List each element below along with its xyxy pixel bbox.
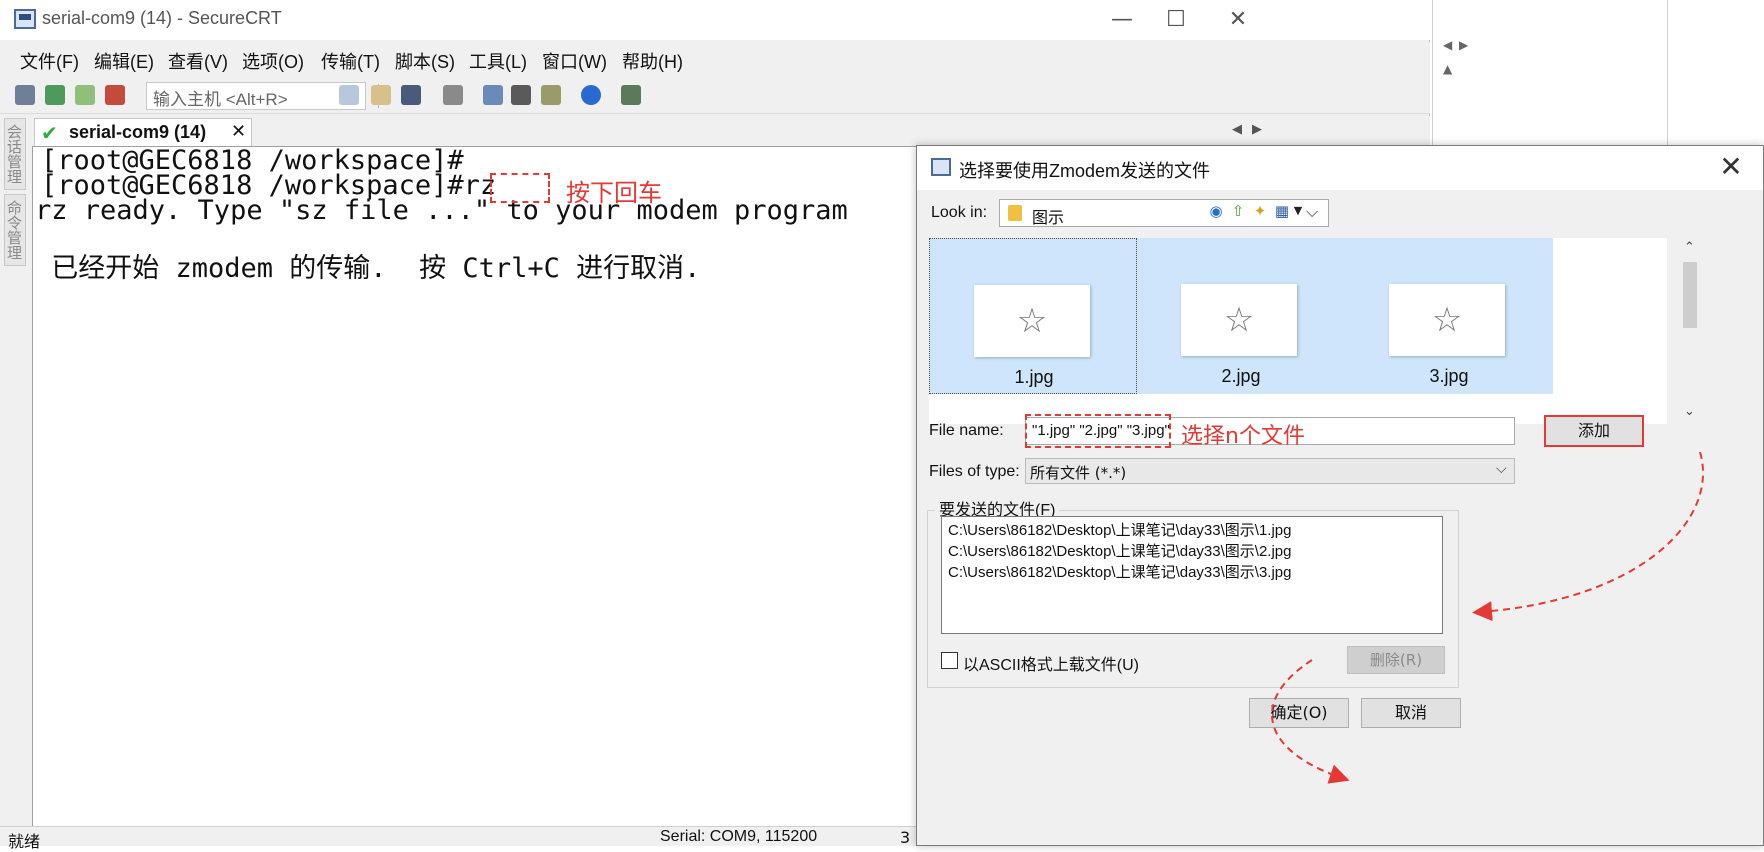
tab-next-icon[interactable]: ▶ <box>1252 122 1262 137</box>
file-item[interactable]: ☆ 3.jpg <box>1345 238 1553 394</box>
folder-icon <box>1008 205 1022 221</box>
session-tab-bar: ✔ serial-com9 (14) ✕ ◀ ▶ <box>32 116 1430 146</box>
ok-button[interactable]: 确定(O) <box>1249 698 1349 728</box>
list-item[interactable]: C:\Users\86182\Desktop\上课笔记\day33\图示\3.j… <box>948 561 1291 582</box>
list-item[interactable]: C:\Users\86182\Desktop\上课笔记\day33\图示\1.j… <box>948 519 1291 540</box>
scroll-down-icon[interactable]: ⌄ <box>1684 404 1695 419</box>
maximize-button[interactable]: ☐ <box>1148 4 1204 36</box>
menu-transfer[interactable]: 传输(T) <box>321 48 380 74</box>
chevron-down-icon: ⌵ <box>1496 461 1507 477</box>
file-list[interactable]: ☆ 1.jpg ☆ 2.jpg ☆ 3.jpg <box>929 238 1667 424</box>
add-button[interactable]: 添加 <box>1544 415 1644 447</box>
image-thumbnail-icon: ☆ <box>1181 284 1297 356</box>
files-of-type-label: Files of type: <box>929 463 1020 480</box>
image-thumbnail-icon: ☆ <box>974 285 1090 357</box>
menu-options[interactable]: 选项(O) <box>242 48 304 74</box>
side-panel: 会话管理 命令管理 <box>2 118 28 830</box>
ascii-upload-checkbox[interactable] <box>941 652 958 669</box>
files-of-type-select[interactable]: 所有文件 (*.*) ⌵ <box>1025 458 1515 484</box>
files-of-type-value: 所有文件 (*.*) <box>1030 464 1127 482</box>
tab-close-icon[interactable]: ✕ <box>231 121 246 142</box>
toolbar: 输入主机 <Alt+R> <box>0 78 1430 114</box>
sftp-icon[interactable] <box>618 82 644 108</box>
menu-script[interactable]: 脚本(S) <box>395 48 455 74</box>
disconnect-icon[interactable] <box>102 82 128 108</box>
paste-icon[interactable] <box>368 82 394 108</box>
cancel-button[interactable]: 取消 <box>1361 698 1461 728</box>
chevron-down-icon: ⌵ <box>1306 202 1319 221</box>
zmodem-send-dialog: 选择要使用Zmodem发送的文件 ✕ Look in: 图示 ⌵ ◉ ⇧ ✦ ▦… <box>916 145 1764 846</box>
status-ready: 就绪 <box>8 832 41 851</box>
dialog-app-icon <box>931 158 951 176</box>
title-bar: serial-com9 (14) - SecureCRT — ☐ ✕ <box>0 0 1430 40</box>
menu-file[interactable]: 文件(F) <box>20 48 79 74</box>
session-options-icon[interactable] <box>480 82 506 108</box>
find-icon[interactable] <box>398 82 424 108</box>
menu-bar: 文件(F) 编辑(E) 查看(V) 选项(O) 传输(T) 脚本(S) 工具(L… <box>0 42 1430 78</box>
minimize-button[interactable]: — <box>1094 4 1150 36</box>
terminal-line: rz ready. Type "sz file ..." to your mod… <box>35 195 848 226</box>
connect-icon[interactable] <box>12 82 38 108</box>
file-name-label: File name: <box>929 422 1004 439</box>
nav-right-icon: ▶ <box>1459 38 1469 52</box>
dialog-title-bar: 选择要使用Zmodem发送的文件 ✕ <box>917 146 1763 190</box>
look-in-label: Look in: <box>931 204 988 221</box>
delete-button[interactable]: 删除(R) <box>1347 646 1445 674</box>
send-files-list[interactable]: C:\Users\86182\Desktop\上课笔记\day33\图示\1.j… <box>941 516 1443 634</box>
back-icon[interactable]: ◉ <box>1207 202 1225 220</box>
tab-prev-icon[interactable]: ◀ <box>1232 122 1242 137</box>
menu-view[interactable]: 查看(V) <box>168 48 228 74</box>
reconnect-icon[interactable] <box>72 82 98 108</box>
terminal-line: 已经开始 zmodem 的传输. 按 Ctrl+C 进行取消. <box>35 253 701 284</box>
file-item[interactable]: ☆ 2.jpg <box>1137 238 1345 394</box>
view-dropdown-icon[interactable]: ▼ <box>1289 202 1307 220</box>
scrollbar-thumb[interactable] <box>1683 262 1697 328</box>
file-name-highlight-box <box>1025 414 1171 448</box>
command-manager-tab[interactable]: 命令管理 <box>4 194 26 266</box>
help-icon[interactable] <box>578 82 604 108</box>
keymap-icon[interactable] <box>538 82 564 108</box>
up-folder-icon[interactable]: ⇧ <box>1229 202 1247 220</box>
file-name: 3.jpg <box>1429 366 1469 386</box>
session-tab[interactable]: ✔ serial-com9 (14) ✕ <box>34 118 252 146</box>
menu-tools[interactable]: 工具(L) <box>469 48 527 74</box>
dialog-close-button[interactable]: ✕ <box>1711 150 1751 183</box>
scroll-up-icon[interactable]: ⌃ <box>1684 240 1695 255</box>
menu-window[interactable]: 窗口(W) <box>542 48 607 74</box>
file-item[interactable]: ☆ 1.jpg <box>929 238 1137 394</box>
connected-check-icon: ✔ <box>41 121 58 145</box>
menu-edit[interactable]: 编辑(E) <box>94 48 154 74</box>
image-thumbnail-icon: ☆ <box>1389 284 1505 356</box>
annotation-press-enter: 按下回车 <box>566 179 662 207</box>
rz-highlight-box <box>490 173 550 203</box>
list-item[interactable]: C:\Users\86182\Desktop\上课笔记\day33\图示\2.j… <box>948 540 1291 561</box>
file-name: 2.jpg <box>1221 366 1261 386</box>
look-in-value: 图示 <box>1032 208 1065 227</box>
file-name: 1.jpg <box>1014 367 1054 387</box>
status-port: Serial: COM9, 115200 <box>660 828 818 845</box>
global-options-icon[interactable] <box>508 82 534 108</box>
file-list-scrollbar[interactable]: ⌃ ⌄ <box>1679 238 1701 424</box>
session-manager-tab[interactable]: 会话管理 <box>4 118 26 190</box>
quick-connect-icon[interactable] <box>42 82 68 108</box>
session-tab-label: serial-com9 (14) <box>69 122 207 142</box>
scroll-up-icon: ▲ <box>1443 62 1453 76</box>
menu-help[interactable]: 帮助(H) <box>622 48 683 74</box>
status-number: 3 <box>900 828 911 847</box>
dialog-title: 选择要使用Zmodem发送的文件 <box>959 161 1211 181</box>
securecrt-app-icon <box>14 9 36 29</box>
nav-left-icon: ◀ <box>1443 38 1453 52</box>
print-icon[interactable] <box>440 82 466 108</box>
copy-icon[interactable] <box>336 82 362 108</box>
annotation-select-files: 选择n个文件 <box>1181 424 1305 449</box>
close-button[interactable]: ✕ <box>1210 4 1266 36</box>
ascii-upload-label[interactable]: 以ASCII格式上载文件(U) <box>963 651 1139 675</box>
host-input[interactable]: 输入主机 <Alt+R> <box>146 82 366 110</box>
window-title: serial-com9 (14) - SecureCRT <box>42 8 282 28</box>
new-folder-icon[interactable]: ✦ <box>1251 202 1269 220</box>
